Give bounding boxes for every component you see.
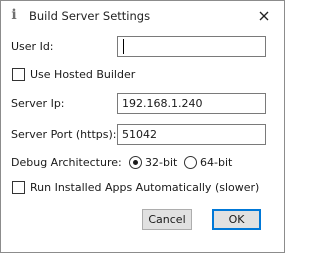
use-hosted-builder-checkbox[interactable] — [12, 68, 25, 81]
title-bar: i Build Server Settings — [1, 1, 284, 31]
radio-32-bit[interactable] — [129, 156, 142, 169]
server-port-input[interactable] — [117, 124, 266, 145]
user-id-label: User Id: — [11, 40, 54, 53]
close-button[interactable] — [255, 7, 273, 25]
window-title: Build Server Settings — [29, 9, 151, 23]
radio-selected-dot — [133, 160, 138, 165]
use-hosted-builder-label: Use Hosted Builder — [30, 68, 136, 81]
debug-architecture-label: Debug Architecture: — [11, 156, 122, 169]
build-server-settings-dialog: i Build Server Settings User Id: Use Hos… — [0, 0, 285, 253]
cancel-button[interactable]: Cancel — [142, 209, 192, 230]
info-icon: i — [11, 7, 17, 23]
server-ip-input[interactable] — [117, 93, 266, 114]
text-caret — [123, 39, 124, 54]
radio-64-bit-label: 64-bit — [200, 156, 233, 169]
close-icon — [259, 11, 269, 21]
ok-button[interactable]: OK — [212, 209, 261, 230]
user-id-input[interactable] — [117, 36, 266, 57]
radio-64-bit[interactable] — [184, 156, 197, 169]
run-installed-apps-label: Run Installed Apps Automatically (slower… — [30, 181, 260, 194]
server-ip-label: Server Ip: — [11, 97, 65, 110]
radio-32-bit-label: 32-bit — [145, 156, 178, 169]
server-port-label: Server Port (https): — [11, 128, 117, 141]
run-installed-apps-checkbox[interactable] — [12, 181, 25, 194]
